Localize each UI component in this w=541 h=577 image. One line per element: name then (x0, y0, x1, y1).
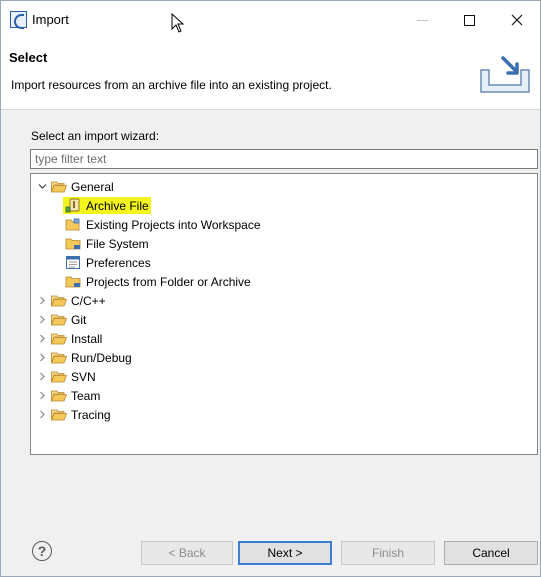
tree-item-git[interactable]: Git (37, 310, 86, 329)
page-title: Select (9, 50, 48, 65)
open-folder-icon (51, 314, 67, 325)
minimize-icon (416, 19, 428, 21)
selection-highlight: Archive File (63, 197, 151, 214)
chevron-right-icon[interactable] (37, 295, 48, 306)
open-folder-icon (51, 352, 67, 363)
tree-item-general[interactable]: General (37, 177, 114, 196)
mouse-cursor-icon (171, 13, 185, 33)
open-folder-icon (51, 181, 67, 192)
tree-item-label: Git (71, 312, 87, 327)
chevron-right-icon[interactable] (37, 409, 48, 420)
eclipse-app-icon (10, 11, 27, 29)
folder-icon (65, 276, 81, 288)
open-folder-icon (51, 295, 67, 306)
tree-item-label: Install (71, 331, 103, 346)
tree-item-label: Team (71, 388, 101, 403)
cancel-button[interactable]: Cancel (444, 541, 538, 565)
maximize-icon (463, 14, 475, 26)
open-folder-icon (51, 333, 67, 344)
existing-projects-icon (65, 218, 80, 231)
tree-item-label: C/C++ (71, 293, 106, 308)
help-icon[interactable]: ? (32, 541, 52, 561)
open-folder-icon (51, 409, 67, 420)
wizard-header: Select Import resources from an archive … (1, 39, 540, 110)
wizard-list-label: Select an import wizard: (31, 129, 160, 143)
chevron-right-icon[interactable] (37, 314, 48, 325)
tree-item-preferences[interactable]: Preferences (65, 253, 151, 272)
tree-item-label: Existing Projects into Workspace (86, 217, 261, 232)
minimize-button[interactable] (399, 1, 445, 39)
tree-item-label: Preferences (86, 255, 151, 270)
tree-item-label: General (71, 179, 114, 194)
tree-item-svn[interactable]: SVN (37, 367, 96, 386)
title-bar: Import (1, 1, 540, 39)
chevron-right-icon[interactable] (37, 390, 48, 401)
tree-item-install[interactable]: Install (37, 329, 102, 348)
close-button[interactable] (494, 1, 540, 39)
back-button[interactable]: < Back (141, 541, 233, 565)
page-description: Import resources from an archive file in… (11, 78, 332, 92)
tree-item-team[interactable]: Team (37, 386, 100, 405)
tree-item-archive-file[interactable]: Archive File (63, 196, 151, 215)
window-title: Import (32, 12, 69, 27)
next-button[interactable]: Next > (238, 541, 332, 565)
tree-item-file-system[interactable]: File System (65, 234, 149, 253)
archive-file-icon (65, 198, 80, 213)
close-icon (511, 14, 523, 26)
tree-item-label: Tracing (71, 407, 111, 422)
tree-item-existing-projects[interactable]: Existing Projects into Workspace (65, 215, 261, 234)
tree-item-label: SVN (71, 369, 96, 384)
tree-item-label: Projects from Folder or Archive (86, 274, 251, 289)
open-folder-icon (51, 371, 67, 382)
tree-item-label: File System (86, 236, 149, 251)
tree-item-label: Run/Debug (71, 350, 132, 365)
tree-item-label: Archive File (86, 198, 149, 213)
chevron-right-icon[interactable] (37, 352, 48, 363)
folder-icon (65, 238, 81, 250)
finish-button[interactable]: Finish (341, 541, 435, 565)
open-folder-icon (51, 390, 67, 401)
maximize-button[interactable] (446, 1, 492, 39)
import-dialog: Import Select Import resources from an a… (0, 0, 541, 577)
tree-item-projects-from-folder[interactable]: Projects from Folder or Archive (65, 272, 251, 291)
preferences-icon (66, 256, 80, 269)
import-banner-icon (480, 56, 530, 93)
chevron-down-icon[interactable] (37, 181, 48, 192)
chevron-right-icon[interactable] (37, 333, 48, 344)
filter-input[interactable] (30, 149, 538, 169)
tree-item-run-debug[interactable]: Run/Debug (37, 348, 132, 367)
tree-item-cpp[interactable]: C/C++ (37, 291, 106, 310)
wizard-tree[interactable]: General Archive File Existing Projects i… (30, 173, 538, 455)
tree-item-tracing[interactable]: Tracing (37, 405, 111, 424)
chevron-right-icon[interactable] (37, 371, 48, 382)
